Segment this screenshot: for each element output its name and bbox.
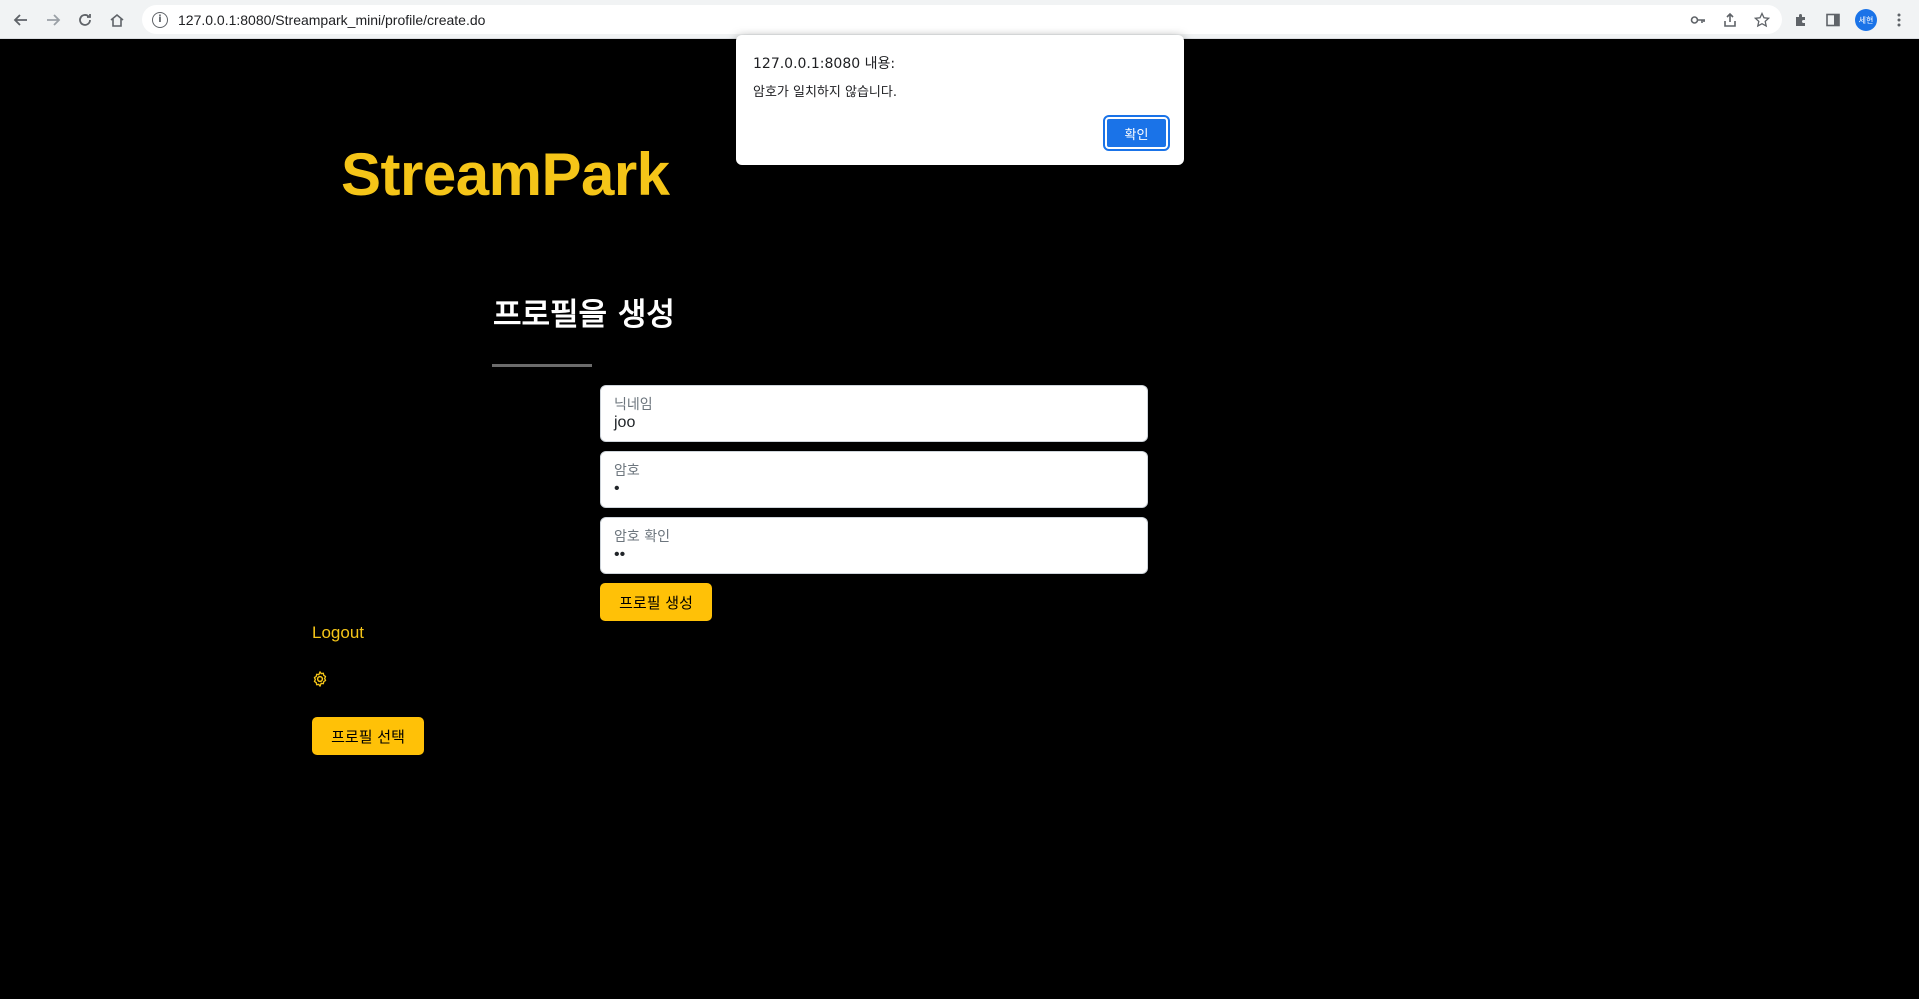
reload-icon[interactable]	[72, 7, 98, 33]
password-label: 암호	[614, 463, 640, 479]
more-menu-icon[interactable]	[1886, 7, 1912, 33]
nickname-field[interactable]: 닉네임 joo	[600, 385, 1148, 442]
nickname-label: 닉네임	[614, 397, 653, 413]
password-confirm-label: 암호 확인	[614, 529, 670, 545]
key-icon[interactable]	[1685, 7, 1711, 33]
page-title: 프로필을 생성	[493, 297, 675, 333]
password-field[interactable]: 암호 •	[600, 451, 1148, 508]
password-confirm-input[interactable]: ••	[614, 546, 1134, 564]
side-panel-icon[interactable]	[1820, 7, 1846, 33]
home-icon[interactable]	[104, 7, 130, 33]
create-profile-button[interactable]: 프로필 생성	[600, 583, 712, 621]
back-arrow-icon[interactable]	[8, 7, 34, 33]
forward-arrow-icon[interactable]	[40, 7, 66, 33]
site-logo[interactable]: StreamPark	[341, 140, 670, 209]
alert-ok-button[interactable]: 확인	[1103, 115, 1170, 151]
address-url: 127.0.0.1:8080/Streampark_mini/profile/c…	[178, 11, 486, 28]
extensions-puzzle-icon[interactable]	[1788, 7, 1814, 33]
alert-message: 암호가 일치하지 않습니다.	[753, 85, 897, 100]
bookmark-star-icon[interactable]	[1749, 7, 1775, 33]
address-bar[interactable]: i 127.0.0.1:8080/Streampark_mini/profile…	[142, 5, 1782, 34]
alert-title: 127.0.0.1:8080 내용:	[753, 56, 896, 72]
select-profile-button[interactable]: 프로필 선택	[312, 717, 424, 755]
browser-toolbar: i 127.0.0.1:8080/Streampark_mini/profile…	[0, 0, 1919, 39]
title-divider	[492, 364, 592, 367]
share-icon[interactable]	[1717, 7, 1743, 33]
logout-link[interactable]: Logout	[312, 623, 364, 643]
alert-dialog: 127.0.0.1:8080 내용: 암호가 일치하지 않습니다. 확인	[736, 35, 1184, 165]
profile-avatar[interactable]: 세현	[1855, 9, 1877, 31]
nickname-input[interactable]: joo	[614, 414, 1134, 432]
site-info-icon[interactable]: i	[152, 11, 168, 28]
password-input[interactable]: •	[614, 480, 1134, 498]
gear-icon[interactable]	[311, 670, 331, 690]
password-confirm-field[interactable]: 암호 확인 ••	[600, 517, 1148, 574]
